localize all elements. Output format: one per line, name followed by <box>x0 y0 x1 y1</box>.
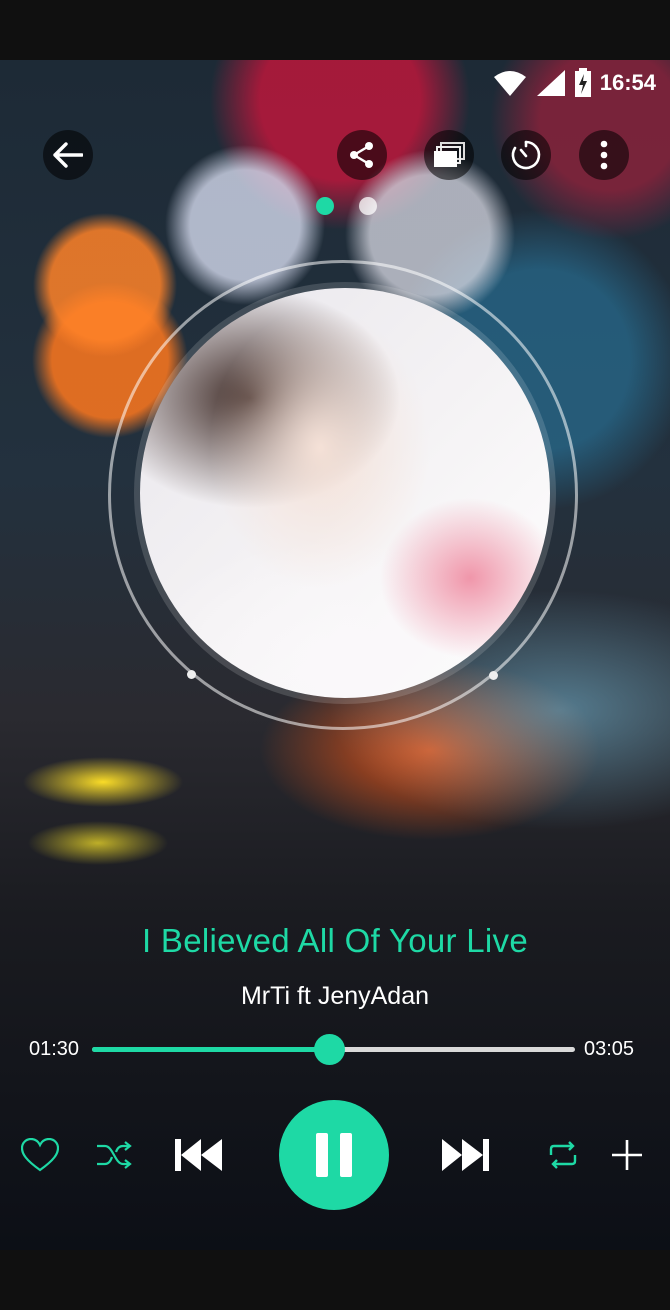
shuffle-icon <box>97 1141 132 1169</box>
previous-icon <box>175 1139 222 1171</box>
wifi-icon <box>493 71 526 96</box>
back-button[interactable] <box>43 130 93 180</box>
queue-icon <box>434 142 465 167</box>
top-black-bar <box>0 0 670 60</box>
more-options-button[interactable] <box>579 130 629 180</box>
battery-charging-icon <box>574 68 591 97</box>
sleep-timer-icon <box>511 140 541 170</box>
more-vertical-icon <box>600 140 608 170</box>
status-bar: 16:54 <box>0 60 670 104</box>
player-screen: 16:54 I Believed All Of Your Live MrTi f… <box>0 60 670 1250</box>
repeat-icon <box>549 1141 577 1169</box>
previous-button[interactable] <box>172 1135 224 1175</box>
seek-bar[interactable] <box>92 1034 575 1065</box>
back-arrow-icon <box>53 142 83 168</box>
album-art <box>140 288 550 698</box>
next-button[interactable] <box>440 1135 492 1175</box>
heart-icon <box>21 1138 59 1172</box>
page-indicator-dot[interactable] <box>359 197 377 215</box>
shuffle-button[interactable] <box>94 1135 134 1175</box>
favorite-button[interactable] <box>20 1135 60 1175</box>
share-icon <box>350 142 373 168</box>
seek-bar-fill <box>92 1047 329 1052</box>
ring-marker-left <box>187 670 196 679</box>
bottom-black-bar <box>0 1250 670 1310</box>
queue-button[interactable] <box>424 130 474 180</box>
status-time: 16:54 <box>599 70 656 95</box>
ring-marker-right <box>489 671 498 680</box>
pause-icon <box>316 1133 352 1177</box>
total-duration: 03:05 <box>584 1038 635 1060</box>
song-title: I Believed All Of Your Live <box>141 922 528 959</box>
signal-icon <box>536 70 565 96</box>
page-indicator-dot-active[interactable] <box>316 197 334 215</box>
next-icon <box>442 1139 489 1171</box>
seek-bar-thumb[interactable] <box>313 1034 345 1065</box>
add-icon <box>612 1140 642 1170</box>
sleep-timer-button[interactable] <box>501 130 551 180</box>
elapsed-time: 01:30 <box>29 1038 80 1060</box>
status-icons: 16:54 <box>492 68 656 98</box>
play-pause-button[interactable] <box>279 1100 389 1210</box>
add-to-playlist-button[interactable] <box>608 1136 646 1174</box>
song-artist: MrTi ft JenyAdan <box>240 982 430 1010</box>
repeat-button[interactable] <box>546 1138 580 1172</box>
share-button[interactable] <box>337 130 387 180</box>
